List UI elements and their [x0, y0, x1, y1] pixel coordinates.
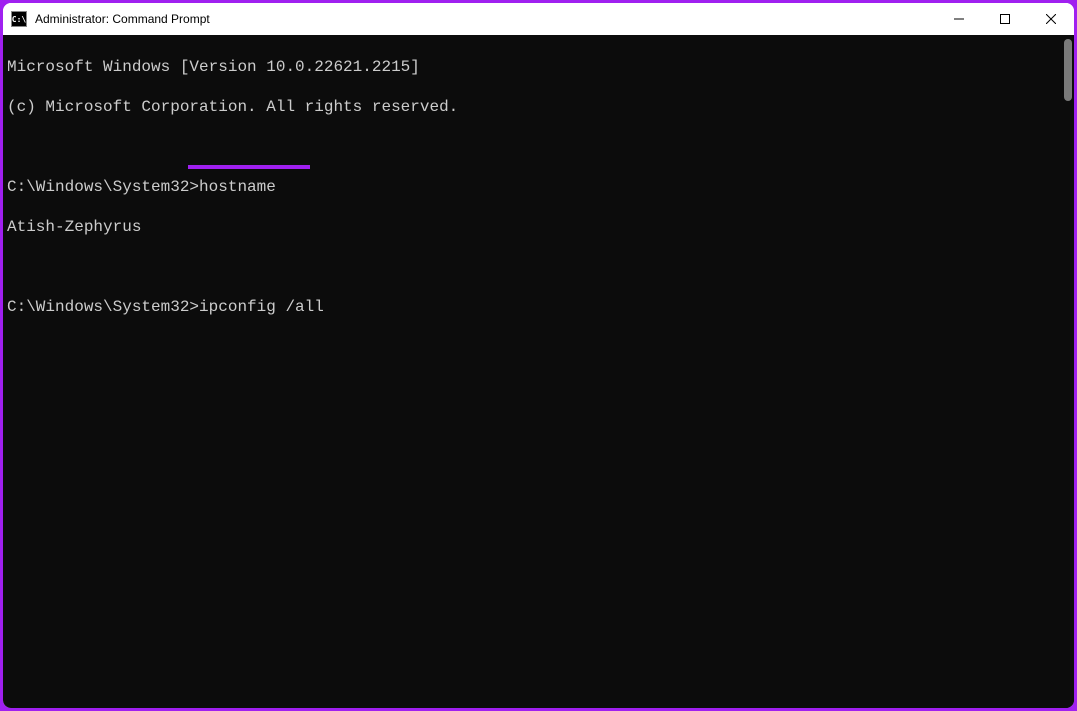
window-title: Administrator: Command Prompt: [35, 12, 210, 26]
terminal-line: C:\Windows\System32>ipconfig /all: [7, 297, 1054, 317]
terminal-output[interactable]: Microsoft Windows [Version 10.0.22621.22…: [3, 35, 1058, 708]
titlebar[interactable]: C:\ Administrator: Command Prompt: [3, 3, 1074, 35]
terminal-line: [7, 257, 1054, 277]
command-prompt-window: C:\ Administrator: Command Prompt Micros…: [3, 3, 1074, 708]
terminal-line: (c) Microsoft Corporation. All rights re…: [7, 97, 1054, 117]
maximize-button[interactable]: [982, 3, 1028, 35]
window-controls: [936, 3, 1074, 35]
minimize-button[interactable]: [936, 3, 982, 35]
close-button[interactable]: [1028, 3, 1074, 35]
terminal-line: [7, 137, 1054, 157]
command-highlight: [188, 165, 310, 169]
terminal-line: Atish-Zephyrus: [7, 217, 1054, 237]
scrollbar-thumb[interactable]: [1064, 39, 1072, 101]
terminal-area: Microsoft Windows [Version 10.0.22621.22…: [3, 35, 1074, 708]
cmd-icon: C:\: [11, 11, 27, 27]
terminal-line: Microsoft Windows [Version 10.0.22621.22…: [7, 57, 1054, 77]
vertical-scrollbar[interactable]: [1058, 35, 1074, 708]
terminal-line: C:\Windows\System32>hostname: [7, 177, 1054, 197]
